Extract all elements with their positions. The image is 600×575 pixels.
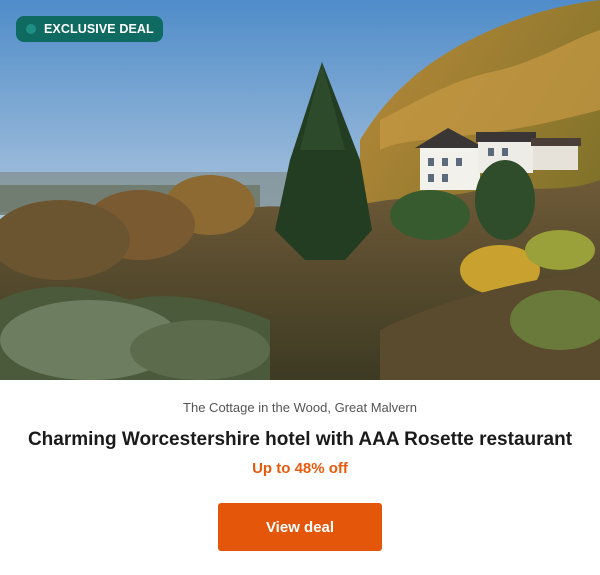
hotel-location: The Cottage in the Wood, Great Malvern — [183, 400, 417, 415]
hero-image[interactable]: EXCLUSIVE DEAL — [0, 0, 600, 380]
deal-details: The Cottage in the Wood, Great Malvern C… — [0, 380, 600, 575]
discount-text: Up to 48% off — [252, 460, 348, 477]
badge-dot-icon — [26, 24, 36, 34]
badge-label: EXCLUSIVE DEAL — [44, 22, 154, 36]
view-deal-button[interactable]: View deal — [218, 503, 382, 551]
deal-card[interactable]: EXCLUSIVE DEAL The Cottage in the Wood, … — [0, 0, 600, 575]
hotel-hillside-photo — [0, 0, 600, 380]
deal-title[interactable]: Charming Worcestershire hotel with AAA R… — [0, 429, 600, 451]
exclusive-deal-badge: EXCLUSIVE DEAL — [16, 16, 163, 42]
